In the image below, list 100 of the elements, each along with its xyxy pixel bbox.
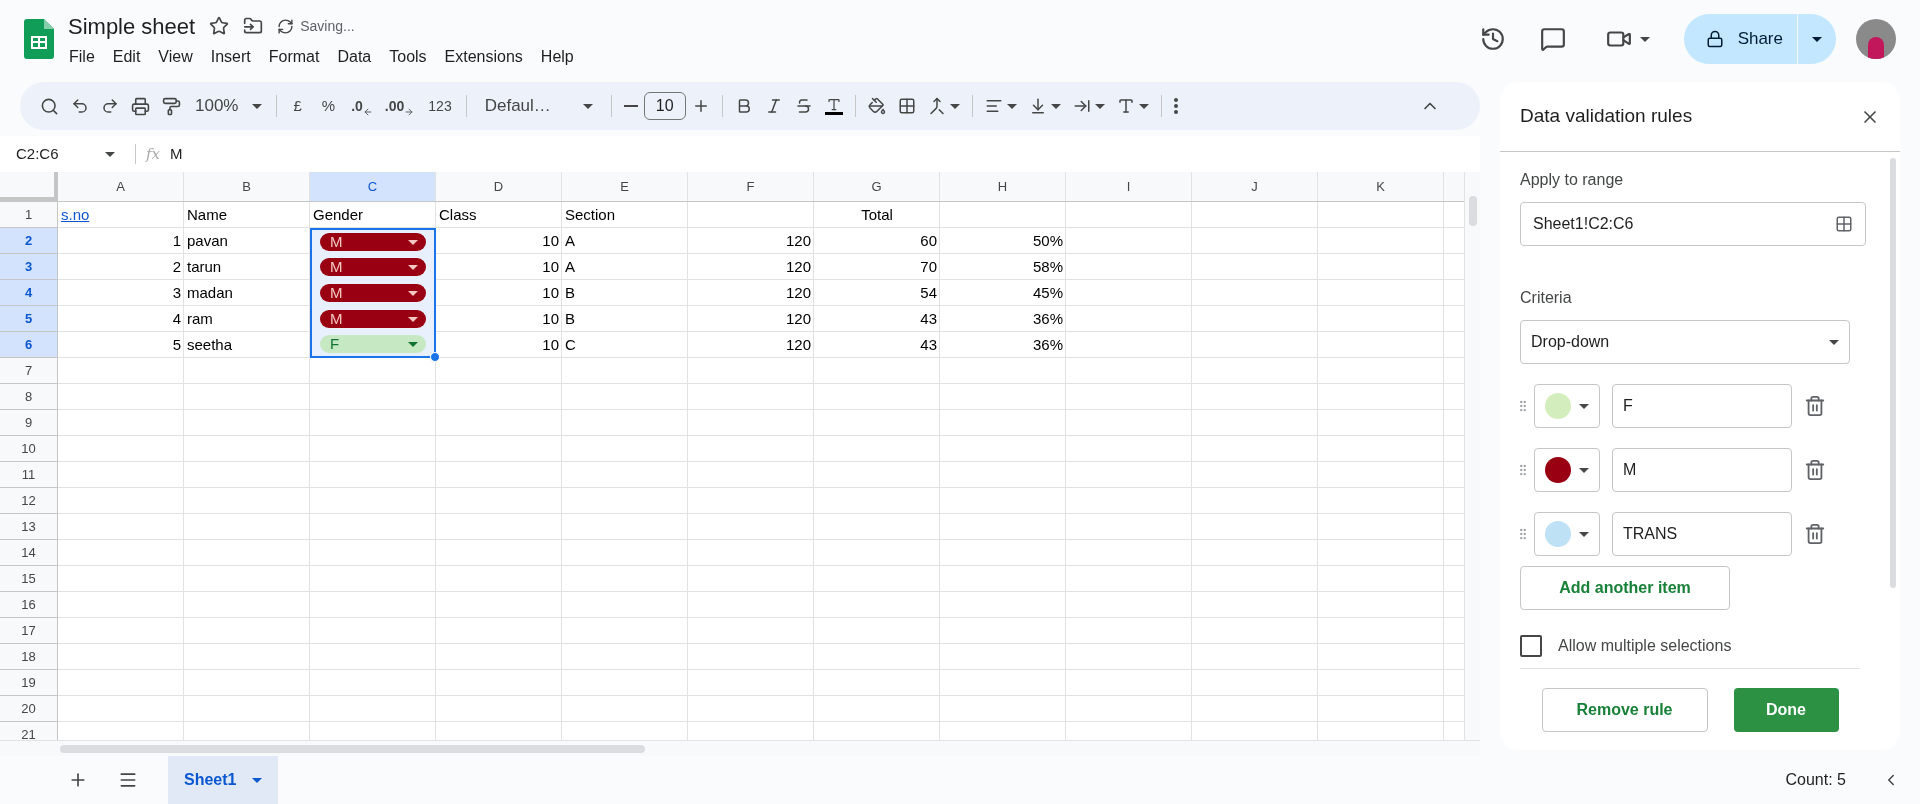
comment-icon[interactable] xyxy=(1539,26,1566,52)
table-cell-text: 70 xyxy=(919,256,938,277)
column-header[interactable]: E xyxy=(562,172,688,201)
column-header[interactable]: H xyxy=(940,172,1066,201)
history-icon[interactable] xyxy=(1479,26,1506,52)
all-sheets-icon[interactable] xyxy=(118,770,138,790)
color-picker[interactable] xyxy=(1534,448,1600,492)
column-header[interactable]: F xyxy=(688,172,814,201)
add-item-button[interactable]: Add another item xyxy=(1520,566,1730,610)
vertical-scrollbar[interactable] xyxy=(1464,172,1480,740)
row-header[interactable]: 14 xyxy=(0,540,58,566)
delete-icon[interactable] xyxy=(1804,395,1826,417)
row-header[interactable]: 1 xyxy=(0,202,58,228)
row-header[interactable]: 12 xyxy=(0,488,58,514)
sync-icon xyxy=(277,17,295,35)
caret-icon xyxy=(408,239,418,245)
dropdown-chip[interactable]: M xyxy=(320,233,426,251)
row-header[interactable]: 8 xyxy=(0,384,58,410)
dropdown-chip[interactable]: M xyxy=(320,284,426,302)
item-value-field[interactable]: M xyxy=(1612,448,1792,492)
dropdown-chip[interactable]: M xyxy=(320,258,426,276)
menu-item[interactable]: Format xyxy=(259,44,329,69)
row-header[interactable]: 6 xyxy=(0,332,58,358)
checkbox[interactable] xyxy=(1520,635,1542,657)
row-header[interactable]: 7 xyxy=(0,358,58,384)
row-header[interactable]: 20 xyxy=(0,696,58,722)
field-label: Criteria xyxy=(1520,288,1573,308)
font-size-field[interactable]: 10 xyxy=(643,92,686,120)
column-header[interactable]: D xyxy=(436,172,562,201)
menu-item[interactable]: File xyxy=(68,44,104,69)
remove-rule-button[interactable]: Remove rule xyxy=(1541,687,1708,732)
range-field[interactable]: Sheet1!C2:C6 xyxy=(1520,202,1866,246)
column-header[interactable]: K xyxy=(1318,172,1444,201)
row-header[interactable]: 17 xyxy=(0,618,58,644)
zoom-select[interactable]: 100% xyxy=(187,93,271,119)
row-header[interactable]: 16 xyxy=(0,592,58,618)
column-header[interactable]: C xyxy=(310,172,436,201)
status-summary[interactable]: Count: 5 xyxy=(1785,768,1846,792)
number-format-button[interactable]: 123 xyxy=(420,95,460,117)
menu-item[interactable]: Help xyxy=(531,44,583,69)
sheets-logo-icon[interactable] xyxy=(24,19,54,59)
dropdown-chip[interactable]: F xyxy=(320,335,426,353)
table-cell-text: madan xyxy=(186,282,234,303)
font-select[interactable]: Defaul… xyxy=(472,93,605,119)
column-header[interactable]: G xyxy=(814,172,940,201)
caret-icon xyxy=(1639,36,1650,42)
row-header[interactable]: 2 xyxy=(0,228,58,254)
dropdown-chip[interactable]: M xyxy=(320,310,426,328)
color-picker[interactable] xyxy=(1534,512,1600,556)
merge-icon xyxy=(927,97,946,115)
row-header[interactable]: 19 xyxy=(0,670,58,696)
delete-icon[interactable] xyxy=(1804,523,1826,545)
color-picker[interactable] xyxy=(1534,384,1600,428)
menu-item[interactable]: Edit xyxy=(103,44,150,69)
document-title[interactable]: Simple sheet xyxy=(68,9,196,43)
caret-icon xyxy=(1138,103,1149,109)
table-cell-text: 50% xyxy=(1031,230,1064,251)
caret-icon xyxy=(1579,403,1589,409)
caret-icon xyxy=(408,290,418,296)
table-cell-text: 10 xyxy=(541,282,560,303)
star-icon[interactable] xyxy=(209,16,230,36)
done-button[interactable]: Done xyxy=(1733,687,1839,732)
table-cell-text: 5 xyxy=(171,334,182,355)
row-header[interactable]: 3 xyxy=(0,254,58,280)
formula-field[interactable]: M xyxy=(170,142,183,166)
percent-button[interactable]: % xyxy=(311,94,346,118)
item-value-field[interactable]: F xyxy=(1612,384,1792,428)
increase-decimal-button[interactable]: .00 xyxy=(378,95,421,117)
name-box[interactable]: C2:C6 xyxy=(0,142,125,166)
menu-item[interactable]: View xyxy=(149,44,202,69)
row-header[interactable]: 13 xyxy=(0,514,58,540)
caret-icon xyxy=(408,316,418,322)
item-value-field[interactable]: TRANS xyxy=(1612,512,1792,556)
cell-link[interactable]: s.no xyxy=(58,203,93,227)
row-header[interactable]: 4 xyxy=(0,280,58,306)
row-header[interactable]: 18 xyxy=(0,644,58,670)
fill-handle[interactable] xyxy=(430,352,440,362)
row-header[interactable]: 5 xyxy=(0,306,58,332)
grid-icon[interactable] xyxy=(1835,215,1853,233)
row-header[interactable]: 15 xyxy=(0,566,58,592)
sheet-tab[interactable]: Sheet1 xyxy=(168,756,279,804)
column-header[interactable]: I xyxy=(1066,172,1192,201)
row-header[interactable]: 21 xyxy=(0,722,58,740)
menu-item[interactable]: Tools xyxy=(380,44,436,69)
move-folder-icon[interactable] xyxy=(243,16,264,36)
menu-item[interactable]: Insert xyxy=(201,44,260,69)
table-cell-text: 2 xyxy=(171,256,182,277)
row-header[interactable]: 11 xyxy=(0,462,58,488)
delete-icon[interactable] xyxy=(1804,459,1826,481)
row-header[interactable]: 9 xyxy=(0,410,58,436)
column-header[interactable]: J xyxy=(1192,172,1318,201)
avatar[interactable] xyxy=(1856,19,1896,59)
menu-item[interactable]: Data xyxy=(328,44,381,69)
decrease-decimal-button[interactable]: .0 xyxy=(345,95,379,117)
row-header[interactable]: 10 xyxy=(0,436,58,462)
menu-item[interactable]: Extensions xyxy=(435,44,532,69)
table-cell-text: 4 xyxy=(171,308,182,329)
currency-button[interactable]: £ xyxy=(283,94,312,118)
criteria-dropdown[interactable]: Drop-down xyxy=(1520,320,1850,364)
column-header[interactable]: A xyxy=(58,172,184,201)
